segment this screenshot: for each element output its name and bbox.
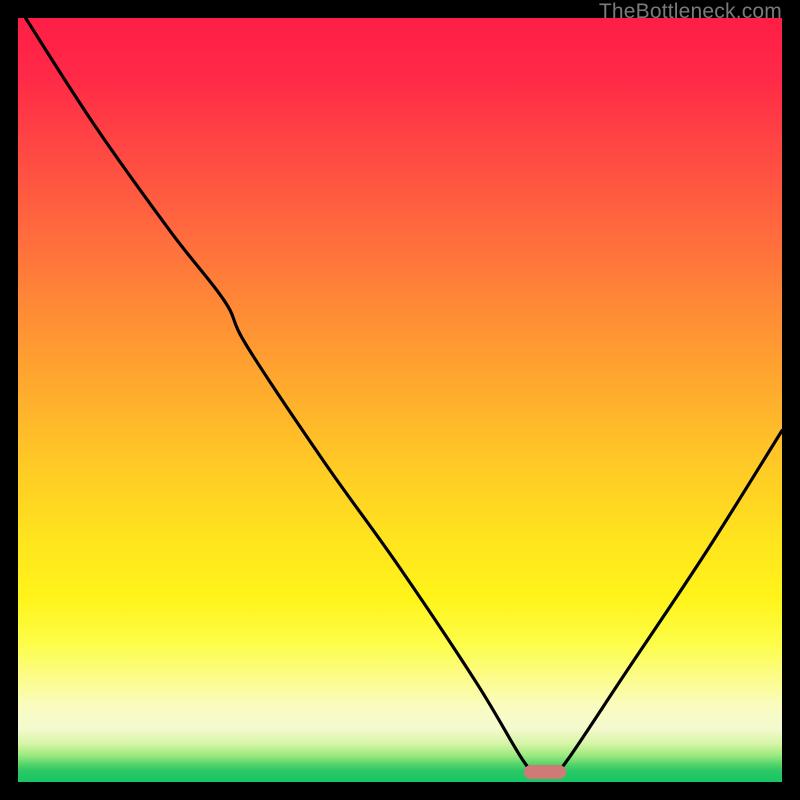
watermark-text: TheBottleneck.com xyxy=(599,0,782,24)
chart-frame: TheBottleneck.com xyxy=(0,0,800,800)
optimal-marker xyxy=(524,765,566,779)
bottleneck-curve xyxy=(18,18,782,782)
